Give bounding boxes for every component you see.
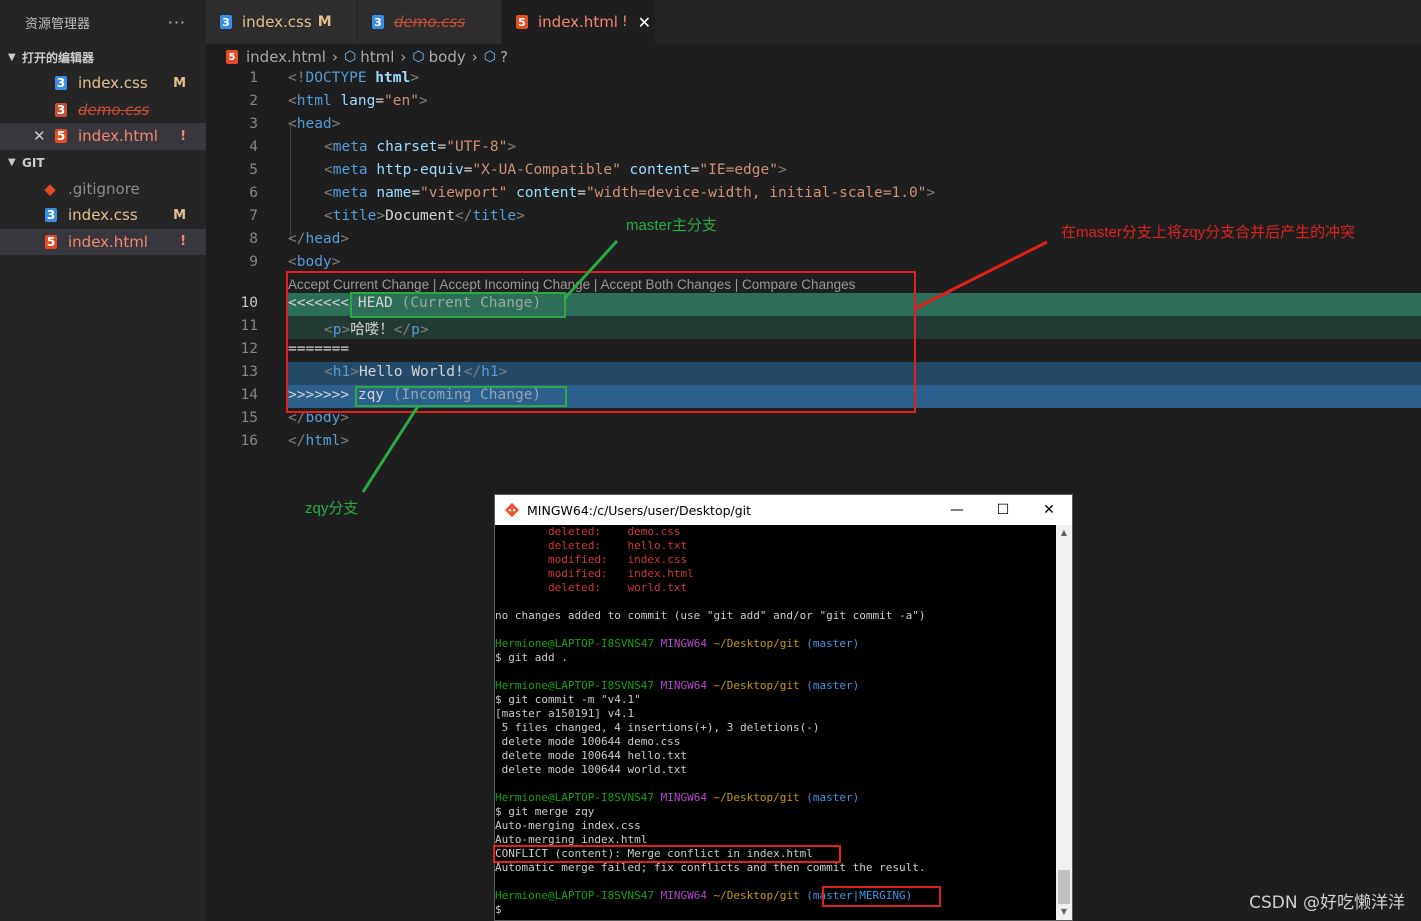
- terminal-title: MINGW64:/c/Users/user/Desktop/git: [527, 502, 752, 518]
- prompt-line: Hermione@LAPTOP-I8SVNS47 MINGW64 ~/Deskt…: [495, 791, 859, 805]
- output-line: [master a150191] v4.1: [495, 707, 635, 720]
- status-file: world.txt: [627, 581, 688, 594]
- command-line: $ git add .: [495, 651, 568, 664]
- output-line: delete mode 100644 demo.css: [495, 735, 681, 748]
- status-line: deleted: hello.txt: [495, 539, 687, 553]
- status-file: demo.css: [627, 525, 681, 538]
- zqy-arrow: [361, 405, 420, 493]
- scroll-up-icon[interactable]: ▲: [1056, 525, 1072, 541]
- command-line: $ git commit -m "v4.1": [495, 693, 641, 706]
- scroll-down-icon[interactable]: ▼: [1056, 904, 1072, 920]
- output-line: no changes added to commit (use "git add…: [495, 609, 926, 622]
- prompt-path: ~/Desktop/git: [713, 889, 800, 902]
- output-line: 5 files changed, 4 insertions(+), 3 dele…: [495, 721, 820, 734]
- watermark: CSDN @好吃懒洋洋: [1249, 893, 1405, 913]
- git-bash-icon: [505, 503, 519, 517]
- status-file: index.css: [627, 553, 688, 566]
- prompt-line: Hermione@LAPTOP-I8SVNS47 MINGW64 ~/Deskt…: [495, 637, 859, 651]
- command-line: $ git merge zqy: [495, 805, 595, 818]
- prompt-branch: (master): [806, 637, 860, 650]
- status-kind: deleted:: [547, 539, 601, 552]
- output-line: delete mode 100644 hello.txt: [495, 749, 688, 762]
- scroll-thumb[interactable]: [1058, 870, 1070, 904]
- status-file: index.html: [627, 567, 694, 580]
- status-line: modified: index.html: [495, 567, 694, 581]
- master-arrow: [563, 239, 619, 300]
- prompt-sys: MINGW64: [660, 791, 707, 804]
- status-kind: deleted:: [547, 581, 601, 594]
- prompt-path: ~/Desktop/git: [713, 679, 800, 692]
- status-line: modified: index.css: [495, 553, 687, 567]
- merging-highlight-box: [822, 886, 941, 907]
- output-line: delete mode 100644 world.txt: [495, 763, 688, 776]
- output-line: Auto-merging index.css: [495, 819, 641, 832]
- status-kind: deleted:: [547, 525, 601, 538]
- minimize-button[interactable]: —: [934, 495, 980, 525]
- conflict-note: 在master分支上将zqy分支合并后产生的冲突: [1061, 224, 1356, 241]
- prompt-sys: MINGW64: [660, 889, 707, 902]
- master-branch-note: master主分支: [626, 217, 717, 234]
- prompt-user: Hermione@LAPTOP-I8SVNS47: [495, 679, 654, 692]
- prompt-branch: (master): [806, 679, 860, 692]
- conflict-line-highlight-box: [493, 845, 841, 863]
- status-file: hello.txt: [627, 539, 688, 552]
- status-kind: modified:: [547, 567, 608, 580]
- zqy-branch-note: zqy分支: [305, 500, 359, 517]
- close-button[interactable]: ✕: [1026, 495, 1072, 525]
- terminal-titlebar[interactable]: MINGW64:/c/Users/user/Desktop/git — ☐ ✕: [495, 495, 1072, 525]
- output-line: Automatic merge failed; fix conflicts an…: [495, 861, 926, 874]
- prompt-user: Hermione@LAPTOP-I8SVNS47: [495, 889, 654, 902]
- status-line: deleted: demo.css: [495, 525, 680, 539]
- prompt-line: Hermione@LAPTOP-I8SVNS47 MINGW64 ~/Deskt…: [495, 679, 859, 693]
- prompt-path: ~/Desktop/git: [713, 791, 800, 804]
- prompt-user: Hermione@LAPTOP-I8SVNS47: [495, 637, 654, 650]
- prompt-sys: MINGW64: [660, 679, 707, 692]
- command-prompt[interactable]: $: [495, 903, 502, 917]
- conflict-arrow: [915, 240, 1048, 310]
- status-line: deleted: world.txt: [495, 581, 687, 595]
- prompt-sys: MINGW64: [660, 637, 707, 650]
- terminal-scrollbar[interactable]: ▲ ▼: [1056, 525, 1072, 920]
- prompt-user: Hermione@LAPTOP-I8SVNS47: [495, 791, 654, 804]
- prompt-path: ~/Desktop/git: [713, 637, 800, 650]
- prompt-branch: (master): [806, 791, 860, 804]
- status-kind: modified:: [547, 553, 608, 566]
- maximize-button[interactable]: ☐: [980, 495, 1026, 525]
